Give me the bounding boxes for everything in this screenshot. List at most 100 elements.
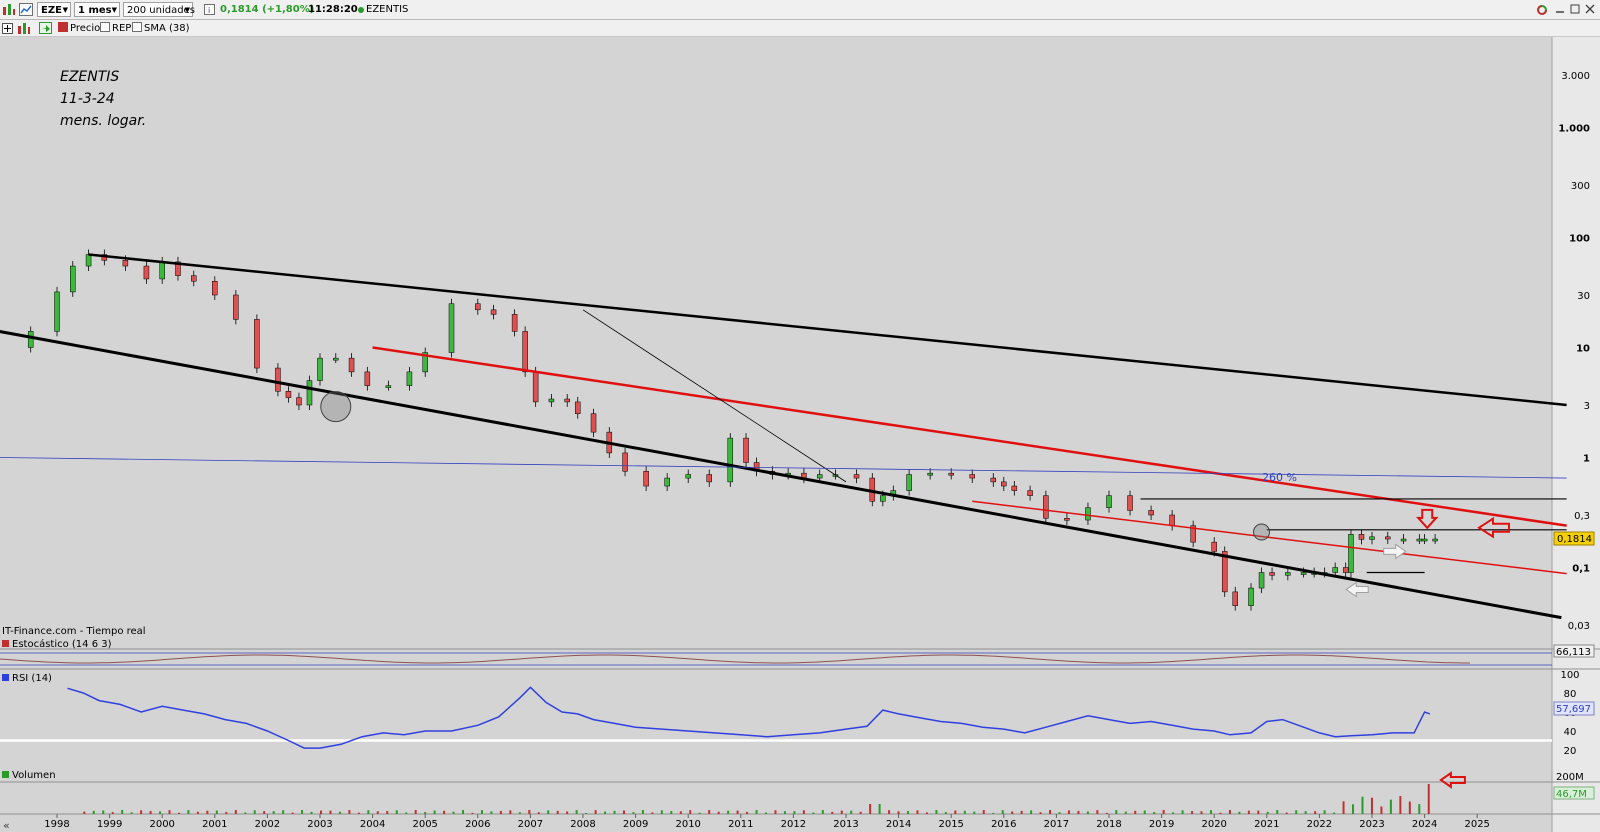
candle-body — [816, 474, 823, 479]
volume-bar — [1191, 811, 1194, 814]
candle-body — [1285, 572, 1291, 576]
minimize-icon[interactable] — [1555, 4, 1565, 14]
volume-bar — [225, 811, 228, 814]
units-selector[interactable]: 200 unidades ▼ — [123, 2, 195, 17]
candle-body — [448, 303, 455, 353]
volume-bar — [660, 810, 663, 814]
candle-body — [1106, 495, 1112, 508]
period-selector[interactable]: 1 mes ▼ — [74, 2, 120, 17]
stochastic-label: Estocástico (14 6 3) — [12, 638, 112, 650]
candle-body — [1400, 538, 1407, 542]
volume-bar — [888, 810, 891, 814]
volume-bar — [1266, 811, 1269, 814]
volume-bar — [717, 811, 720, 814]
volume-bar — [376, 811, 379, 814]
time-tick-label: 2024 — [1412, 819, 1437, 830]
price-toggle[interactable]: Precio — [58, 21, 100, 36]
volume-bar — [698, 812, 701, 814]
volume-bar — [783, 811, 786, 814]
candle-body — [364, 371, 371, 386]
volume-bar — [622, 810, 625, 814]
time-tick-label: 2014 — [886, 819, 911, 830]
volume-bar — [556, 810, 559, 814]
volume-bar — [357, 812, 360, 814]
volume-bar — [973, 811, 976, 814]
volume-bar — [1427, 784, 1430, 814]
volume-bar — [746, 811, 749, 814]
candle-body — [880, 495, 886, 502]
volume-bar — [149, 810, 152, 814]
volume-bar — [963, 810, 966, 814]
candle-body — [664, 477, 670, 487]
rsi-tick-label: 20 — [1564, 746, 1577, 757]
candle-body — [706, 474, 712, 483]
candle-body — [285, 391, 292, 398]
candle-body — [1332, 567, 1338, 573]
volume-bar — [897, 811, 900, 814]
highlight-circle — [1253, 523, 1271, 541]
time-tick-label: 2015 — [938, 819, 963, 830]
time-tick-label: 1999 — [97, 819, 122, 830]
candle-body — [548, 398, 555, 403]
info-icon[interactable]: i — [204, 4, 215, 15]
volume-bar — [1077, 810, 1080, 814]
candle-body — [490, 309, 497, 315]
volume-bar — [632, 812, 635, 814]
volume-bar — [1020, 810, 1023, 814]
volume-bar — [1011, 811, 1014, 814]
symbol-selector[interactable]: EZE ▼ — [37, 2, 71, 17]
close-icon[interactable] — [1585, 4, 1595, 14]
volume-bar — [1172, 812, 1175, 814]
volume-bar — [329, 810, 332, 814]
volume-bar — [651, 812, 654, 814]
scroll-left-icon[interactable]: « — [3, 819, 10, 832]
candle-body — [727, 437, 734, 483]
price-tick-label: 3 — [1584, 401, 1590, 412]
candle-body — [385, 385, 392, 388]
export-icon[interactable] — [39, 22, 53, 35]
price-tick-label: 0,3 — [1574, 511, 1590, 522]
volume-bar — [1314, 811, 1317, 814]
price-color-icon — [58, 22, 68, 32]
candle-body — [54, 291, 60, 332]
volume-bar — [272, 811, 275, 814]
volume-bar — [1096, 810, 1099, 814]
rsi-tick-label: 40 — [1564, 727, 1577, 738]
volume-bar — [310, 811, 313, 814]
volume-bar — [1219, 812, 1222, 814]
maximize-icon[interactable] — [1570, 4, 1580, 14]
chart-style-icon[interactable] — [17, 22, 31, 35]
volume-bar — [566, 811, 569, 814]
price-tick-label: 3.000 — [1561, 71, 1590, 82]
rep-checkbox — [100, 22, 110, 32]
chart-type-icon[interactable] — [2, 3, 16, 16]
volume-bar — [291, 812, 294, 814]
volume-bar — [301, 810, 304, 814]
volume-bar — [1361, 796, 1364, 814]
candle-body — [70, 265, 76, 293]
volume-bar — [925, 812, 928, 814]
time-tick-label: 2005 — [412, 819, 437, 830]
candle-body — [1232, 591, 1238, 606]
volume-bar — [177, 812, 180, 814]
volume-bar — [1153, 812, 1156, 814]
volume-bar — [1238, 811, 1241, 814]
candle-body — [1011, 485, 1018, 491]
chevron-down-icon: ▼ — [184, 6, 190, 14]
chart-settings-icon[interactable] — [19, 3, 33, 16]
volume-bar — [944, 812, 947, 814]
add-indicator-icon[interactable] — [2, 23, 13, 34]
sma-toggle[interactable]: SMA (38) — [132, 21, 190, 36]
volume-label: Volumen — [12, 770, 56, 781]
chart-area[interactable]: EZENTIS 11-3-24 mens. logar. 3.000 1.000 3… — [0, 37, 1600, 832]
rep-toggle[interactable]: REP — [100, 21, 131, 36]
candle-body — [969, 474, 975, 479]
volume-bar — [1370, 797, 1373, 814]
time-tick-label: 2002 — [255, 819, 280, 830]
volume-bar — [102, 810, 105, 814]
volume-bar — [111, 812, 114, 814]
candle-body — [1416, 538, 1423, 542]
refresh-icon[interactable] — [1535, 3, 1549, 17]
volume-bar — [1399, 796, 1402, 814]
plot-background — [0, 37, 1552, 832]
